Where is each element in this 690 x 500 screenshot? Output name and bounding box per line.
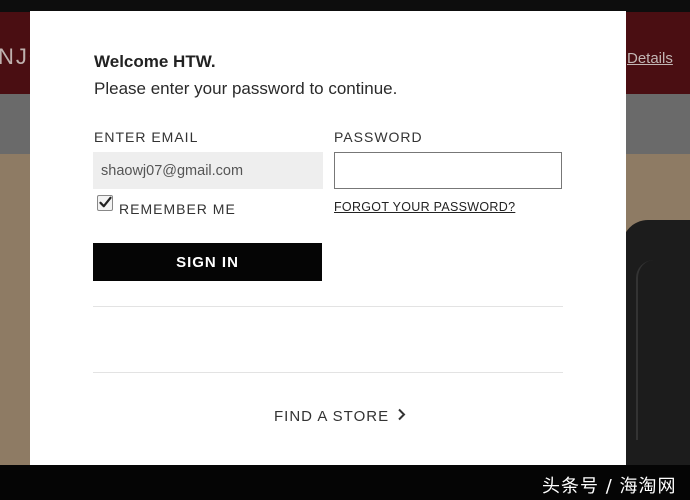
chevron-right-icon [397,408,406,425]
backpack-image [622,220,690,470]
email-label: ENTER EMAIL [94,129,199,145]
watermark: 头条号 / 海淘网 [542,476,677,497]
password-field[interactable] [334,152,562,189]
details-link[interactable]: Details [627,50,673,67]
checkmark-icon [99,196,112,208]
divider [93,306,563,307]
password-prompt: Please enter your password to continue. [94,79,398,98]
password-label: PASSWORD [334,129,423,145]
welcome-heading: Welcome HTW. [94,52,216,71]
remember-me-checkbox[interactable] [97,195,113,211]
remember-me-label: REMEMBER ME [119,201,236,217]
find-a-store-link[interactable]: FIND A STORE [274,408,406,425]
sign-in-button[interactable]: SIGN IN [93,243,322,281]
find-a-store-label: FIND A STORE [274,408,390,425]
login-modal: Welcome HTW. Please enter your password … [30,11,626,465]
forgot-password-link[interactable]: FORGOT YOUR PASSWORD? [334,200,515,214]
divider [93,372,563,373]
email-field[interactable] [93,152,323,189]
